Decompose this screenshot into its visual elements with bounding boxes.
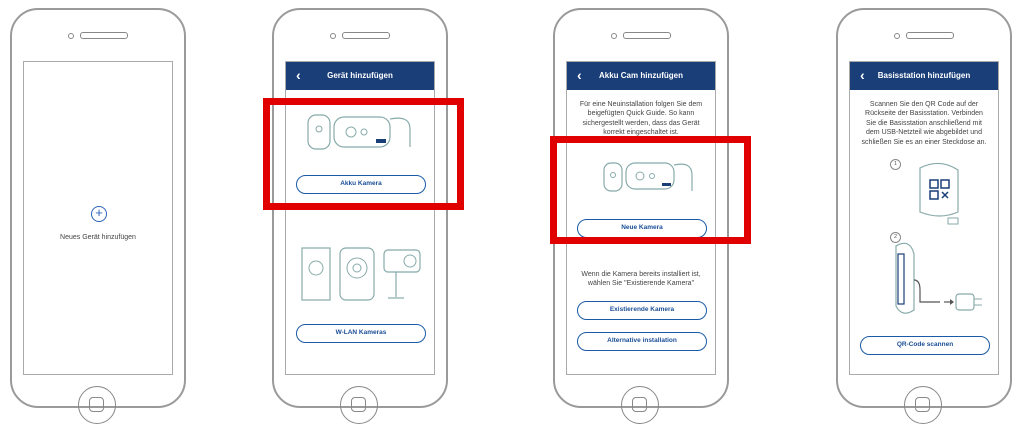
install-description: Für eine Neuinstallation folgen Sie dem … <box>579 101 703 137</box>
camera-dot <box>330 33 336 39</box>
step-1-badge: 1 <box>890 159 901 170</box>
speaker <box>623 32 671 39</box>
existing-camera-hint: Wenn die Kamera bereits installiert ist,… <box>581 271 701 288</box>
camera-dot <box>611 33 617 39</box>
existing-camera-button[interactable]: Existierende Kamera <box>577 301 707 320</box>
power-adapter-illustration <box>895 242 982 314</box>
scan-description: Scannen Sie den QR Code auf der Rückseit… <box>861 101 987 146</box>
add-device-label[interactable]: Neues Gerät hinzufügen <box>24 234 172 241</box>
home-button[interactable] <box>340 386 378 424</box>
screen-base-station: ‹ Basisstation hinzufügen Scannen Sie de… <box>849 61 999 375</box>
phone-4: ‹ Basisstation hinzufügen Scannen Sie de… <box>836 8 1012 424</box>
highlight-akku-camera <box>263 98 464 210</box>
page-title: Gerät hinzufügen <box>327 71 393 80</box>
camera-dot <box>68 33 74 39</box>
wlan-cameras-illustration <box>301 247 421 301</box>
qr-scan-button[interactable]: QR-Code scannen <box>860 336 990 355</box>
alternative-installation-button[interactable]: Alternative installation <box>577 332 707 351</box>
home-button[interactable] <box>904 386 942 424</box>
speaker <box>80 32 128 39</box>
add-device-icon[interactable]: + <box>91 206 107 222</box>
camera-dot <box>894 33 900 39</box>
base-station-qr-illustration <box>919 162 959 225</box>
highlight-new-camera <box>550 136 751 244</box>
speaker <box>342 32 390 39</box>
speaker <box>906 32 954 39</box>
page-title: Basisstation hinzufügen <box>877 71 971 80</box>
wlan-cameras-button[interactable]: W-LAN Kameras <box>296 324 426 343</box>
app-bar: ‹ Akku Cam hinzufügen <box>567 62 715 90</box>
app-bar: ‹ Gerät hinzufügen <box>286 62 434 90</box>
page-title: Akku Cam hinzufügen <box>598 71 683 80</box>
screen-empty: + Neues Gerät hinzufügen <box>23 61 173 375</box>
home-button[interactable] <box>78 386 116 424</box>
home-button[interactable] <box>621 386 659 424</box>
app-bar: ‹ Basisstation hinzufügen <box>850 62 998 90</box>
phone-1: + Neues Gerät hinzufügen <box>10 8 186 424</box>
